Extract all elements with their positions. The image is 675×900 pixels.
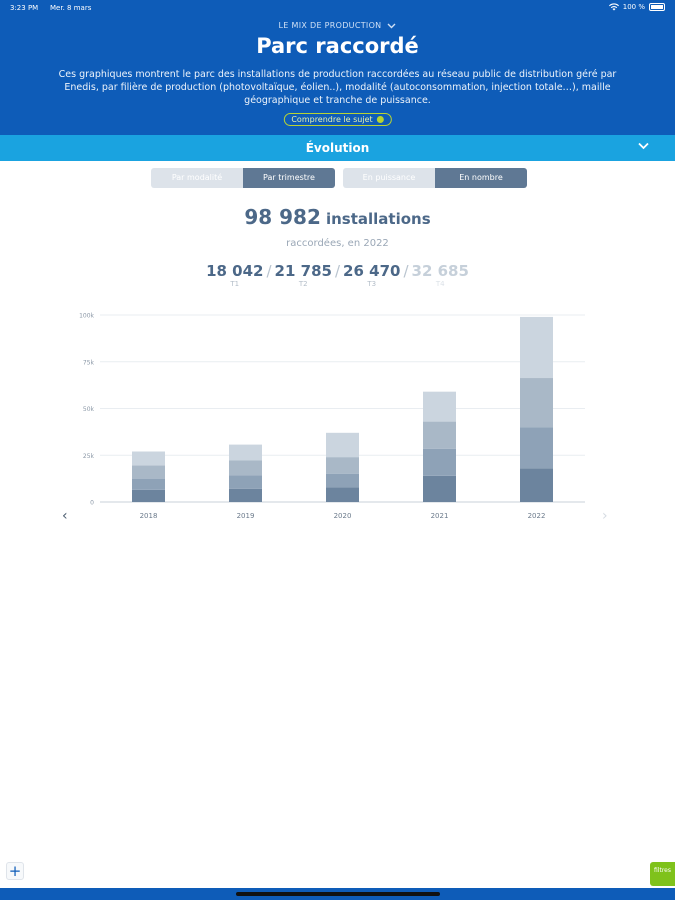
bar-segment-t2-2018[interactable] bbox=[132, 478, 165, 490]
battery-icon bbox=[649, 3, 665, 11]
y-tick-label: 25k bbox=[83, 453, 95, 460]
page-description: Ces graphiques montrent le parc des inst… bbox=[58, 69, 617, 106]
chevron-right-icon[interactable]: › bbox=[602, 508, 608, 524]
bar-segment-t2-2021[interactable] bbox=[423, 448, 456, 476]
x-tick-label: 2018 bbox=[140, 512, 158, 520]
home-indicator bbox=[236, 892, 440, 896]
quarter-t2: 21 785 T2 bbox=[275, 262, 332, 288]
quarter-value: 18 042 bbox=[206, 262, 264, 280]
y-tick-label: 100k bbox=[79, 313, 94, 320]
by-modality-tab[interactable]: Par modalité bbox=[151, 168, 243, 188]
status-bar: 3:23 PM Mer. 8 mars 100 % bbox=[0, 0, 675, 16]
quarter-value: 21 785 bbox=[274, 262, 332, 280]
bar-segment-t1-2019[interactable] bbox=[229, 488, 262, 502]
battery-percent: 100 % bbox=[622, 3, 645, 11]
bar-segment-t3-2020[interactable] bbox=[326, 457, 359, 474]
in-count-tab[interactable]: En nombre bbox=[435, 168, 527, 188]
total-unit: installations bbox=[325, 210, 431, 228]
separator: / bbox=[403, 262, 409, 280]
bar-segment-t2-2022[interactable] bbox=[520, 427, 553, 469]
quarter-t1: 18 042 T1 bbox=[206, 262, 263, 288]
y-tick-label: 0 bbox=[90, 500, 94, 507]
bar-segment-t4-2019[interactable] bbox=[229, 444, 262, 461]
bar-segment-t2-2019[interactable] bbox=[229, 475, 262, 489]
separator: / bbox=[334, 262, 341, 280]
bar-segment-t1-2021[interactable] bbox=[423, 475, 456, 502]
quarter-value: 32 685 bbox=[411, 262, 469, 280]
evolution-section-header[interactable]: Évolution bbox=[0, 135, 675, 161]
grouping-toggle: Par modalité Par trimestre bbox=[151, 168, 335, 188]
bar-segment-t2-2020[interactable] bbox=[326, 473, 359, 488]
quarter-t4: 32 685 T4 bbox=[412, 262, 469, 288]
quarter-label: T4 bbox=[435, 280, 445, 288]
x-tick-label: 2020 bbox=[334, 512, 352, 520]
filters-label: filtres bbox=[654, 867, 671, 874]
add-button[interactable]: + bbox=[6, 862, 24, 880]
bar-segment-t4-2022[interactable] bbox=[520, 316, 553, 379]
x-tick-label: 2022 bbox=[528, 512, 546, 520]
wifi-icon bbox=[608, 3, 619, 11]
x-tick-label: 2021 bbox=[431, 512, 449, 520]
understand-topic-button[interactable]: Comprendre le sujet bbox=[283, 113, 392, 126]
bar-segment-t3-2022[interactable] bbox=[520, 378, 553, 428]
quarter-value: 26 470 bbox=[343, 262, 401, 280]
chevron-down-icon bbox=[638, 142, 649, 150]
bar-segment-t4-2021[interactable] bbox=[423, 391, 456, 422]
chevron-left-icon[interactable]: ‹ bbox=[62, 508, 68, 524]
quarter-label: T2 bbox=[298, 280, 308, 288]
in-power-tab[interactable]: En puissance bbox=[343, 168, 435, 188]
view-toggles: Par modalité Par trimestre En puissance … bbox=[151, 168, 527, 188]
bar-segment-t4-2020[interactable] bbox=[326, 432, 359, 458]
separator: / bbox=[266, 262, 272, 280]
quarter-breakdown: 18 042 T1 / 21 785 T2 / 26 470 T3 / 32 6… bbox=[0, 262, 675, 288]
eyebrow-label: LE MIX DE PRODUCTION bbox=[278, 21, 382, 30]
bar-segment-t1-2020[interactable] bbox=[326, 487, 359, 502]
status-date: Mer. 8 mars bbox=[50, 4, 92, 12]
bar-segment-t3-2018[interactable] bbox=[132, 465, 165, 479]
bar-segment-t3-2019[interactable] bbox=[229, 460, 262, 476]
by-quarter-tab[interactable]: Par trimestre bbox=[243, 168, 335, 188]
page-title: Parc raccordé bbox=[256, 34, 419, 58]
y-tick-label: 75k bbox=[83, 359, 95, 366]
info-icon bbox=[376, 116, 384, 123]
bar-segment-t1-2018[interactable] bbox=[132, 489, 165, 502]
section-switcher[interactable]: LE MIX DE PRODUCTION bbox=[0, 21, 675, 30]
status-right: 100 % bbox=[608, 3, 665, 11]
quarter-t3: 26 470 T3 bbox=[343, 262, 400, 288]
quarter-label: T3 bbox=[367, 280, 377, 288]
status-time: 3:23 PM bbox=[10, 4, 39, 12]
measure-toggle: En puissance En nombre bbox=[343, 168, 527, 188]
filters-button[interactable]: filtres bbox=[650, 862, 675, 886]
chevron-down-icon bbox=[387, 23, 396, 28]
bar-segment-t1-2022[interactable] bbox=[520, 468, 553, 502]
stacked-bar-chart: 0 25k 50k 75k 100k 2018 2019 2020 2021 2022 bbox=[79, 313, 585, 520]
x-tick-label: 2019 bbox=[237, 512, 255, 520]
y-tick-label: 50k bbox=[83, 406, 95, 413]
total-value: 98 982 bbox=[244, 205, 321, 229]
quarter-label: T1 bbox=[230, 280, 240, 288]
section-title: Évolution bbox=[305, 141, 370, 155]
bar-segment-t3-2021[interactable] bbox=[423, 421, 456, 449]
total-subtitle: raccordées, en 2022 bbox=[286, 238, 389, 249]
bar-segment-t4-2018[interactable] bbox=[132, 451, 165, 466]
total-installations: 98 982 installations bbox=[0, 205, 675, 229]
understand-topic-label: Comprendre le sujet bbox=[291, 115, 373, 124]
page-header: LE MIX DE PRODUCTION Parc raccordé Ces g… bbox=[0, 16, 675, 135]
